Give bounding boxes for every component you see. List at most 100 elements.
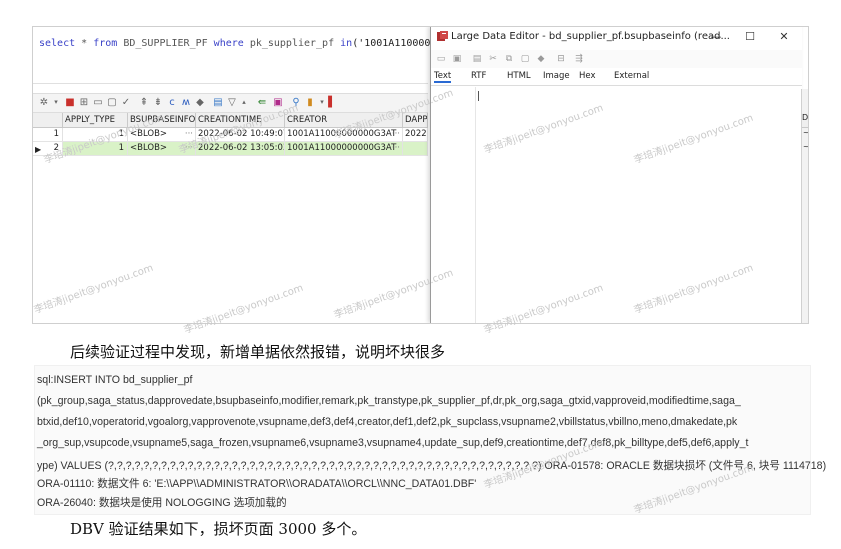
result-grid: APPLY_TYPE BSUPBASEINFO CREATIONTIME CRE… bbox=[33, 113, 428, 323]
cut-icon[interactable]: ✂ bbox=[487, 53, 499, 65]
log-line: btxid,def10,voperatorid,vgoalorg,vapprov… bbox=[37, 416, 738, 428]
sql-column-name: pk_supplier_pf bbox=[249, 38, 335, 49]
sql-statement[interactable]: select * from BD_SUPPLIER_PF where pk_su… bbox=[39, 38, 430, 49]
column-header-bsupbaseinfo[interactable]: BSUPBASEINFO bbox=[128, 113, 196, 127]
refresh-icon[interactable]: c bbox=[165, 96, 179, 109]
tab-html[interactable]: HTML bbox=[507, 71, 531, 81]
cell-creationtime[interactable]: 2022-06-02 10:49:07 bbox=[196, 128, 285, 141]
current-row-indicator-icon: ▶ bbox=[35, 145, 42, 154]
copy-icon[interactable]: ⧉ bbox=[503, 53, 515, 65]
log-line: ORA-01110: 数据文件 6: 'E:\\APP\\ADMINISTRAT… bbox=[37, 478, 477, 490]
editor-divider bbox=[33, 83, 428, 84]
grid-header: APPLY_TYPE BSUPBASEINFO CREATIONTIME CRE… bbox=[33, 113, 428, 128]
editor-tabs: Text RTF HTML Image Hex External bbox=[431, 70, 802, 86]
comment-icon[interactable]: ▢ bbox=[105, 96, 119, 109]
column-header-creator[interactable]: CREATOR bbox=[285, 113, 403, 127]
word-wrap-toggle-icon[interactable]: ⇶ bbox=[573, 53, 585, 65]
tab-text[interactable]: Text bbox=[434, 71, 452, 83]
corner-cell bbox=[33, 113, 63, 127]
table-row[interactable]: 1 1 <BLOB> ··· 2022-06-02 10:49:07 1001A… bbox=[33, 128, 428, 142]
grid-view-icon[interactable]: ▤ bbox=[211, 96, 225, 109]
cell-creator[interactable]: 1001A11000000000G3AT ··· bbox=[285, 128, 403, 141]
blob-edit-button[interactable]: ··· bbox=[185, 128, 193, 141]
tab-rtf[interactable]: RTF bbox=[471, 71, 486, 81]
creator-value: 1001A11000000000G3AT bbox=[287, 129, 397, 139]
post-changes-icon[interactable]: ✓ bbox=[119, 96, 133, 109]
last-record-icon[interactable]: ⇟ bbox=[151, 96, 165, 109]
window-titlebar[interactable]: Large Data Editor - bd_supplier_pf.bsupb… bbox=[431, 27, 802, 48]
cell-apply-type[interactable]: 1 bbox=[63, 128, 128, 141]
column-header-dapp[interactable]: DAPP bbox=[403, 113, 428, 127]
tab-hex[interactable]: Hex bbox=[579, 71, 596, 81]
dropdown-arrow-icon[interactable]: ▾ bbox=[49, 96, 63, 109]
window-title: Large Data Editor - bd_supplier_pf.bsupb… bbox=[451, 31, 730, 42]
blob-value: <BLOB> bbox=[130, 129, 168, 139]
paragraph-heading: 后续验证过程中发现，新增单据依然报错，说明坏块很多 bbox=[70, 343, 446, 361]
save-icon[interactable]: ▣ bbox=[451, 53, 463, 65]
row-number: ▶ 2 bbox=[33, 142, 63, 155]
sql-keyword-where: where bbox=[213, 38, 244, 49]
sql-keyword-select: select bbox=[39, 38, 76, 49]
maximize-button[interactable]: ☐ bbox=[741, 29, 759, 45]
log-line: (pk_group,saga_status,dapprovedate,bsupb… bbox=[37, 395, 741, 407]
creator-edit-button[interactable]: ··· bbox=[392, 142, 400, 155]
editor-text-area[interactable] bbox=[475, 87, 796, 323]
log-line: _org_sup,vsupcode,vsupname5,saga_frozen,… bbox=[37, 437, 749, 449]
filter-dropdown-icon[interactable]: ▴ bbox=[237, 96, 251, 109]
blob-value: <BLOB> bbox=[130, 143, 168, 153]
partial-cell: ~ bbox=[803, 129, 809, 137]
cell-creator[interactable]: 1001A11000000000G3AT ··· bbox=[285, 142, 403, 155]
lock-icon[interactable]: ■ bbox=[63, 96, 77, 109]
word-wrap-icon[interactable]: ⊟ bbox=[555, 53, 567, 65]
minimize-button[interactable]: — bbox=[707, 29, 725, 45]
sql-keyword-from: from bbox=[93, 38, 118, 49]
sql-tool-screenshot: select * from BD_SUPPLIER_PF where pk_su… bbox=[32, 26, 809, 324]
app-icon bbox=[437, 31, 448, 41]
sql-editor[interactable]: select * from BD_SUPPLIER_PF where pk_su… bbox=[33, 27, 430, 91]
log-line: ype) VALUES (?,?,?,?,?,?,?,?,?,?,?,?,?,?… bbox=[37, 460, 827, 472]
blob-edit-button[interactable]: ··· bbox=[185, 142, 193, 155]
tab-image[interactable]: Image bbox=[543, 71, 570, 81]
editor-toolbar: ▭ ▣ ▤ ✂ ⧉ ▢ ◆ ⊟ ⇶ bbox=[431, 50, 802, 68]
binoculars-icon[interactable]: ʍ bbox=[179, 96, 193, 109]
cell-apply-type[interactable]: 1 bbox=[63, 142, 128, 155]
cell-creationtime[interactable]: 2022-06-02 13:05:03 bbox=[196, 142, 285, 155]
creator-value: 1001A11000000000G3AT bbox=[287, 143, 397, 153]
error-log-block: sql:INSERT INTO bd_supplier_pf (pk_group… bbox=[34, 365, 826, 515]
delete-record-icon[interactable]: ▭ bbox=[91, 96, 105, 109]
close-button[interactable]: ✕ bbox=[775, 29, 793, 45]
cell-bsupbaseinfo[interactable]: <BLOB> ··· bbox=[128, 142, 196, 155]
clear-icon[interactable]: ◆ bbox=[535, 53, 547, 65]
open-folder-icon[interactable]: ▭ bbox=[435, 53, 447, 65]
grid-right-edge: DI ~ ~ bbox=[801, 89, 809, 323]
sql-star: * bbox=[81, 38, 88, 49]
sql-value: ('1001A110000 bbox=[352, 38, 431, 49]
save-icon[interactable]: ▣ bbox=[271, 96, 285, 109]
print-icon[interactable]: ▤ bbox=[471, 53, 483, 65]
column-header-partial: DI bbox=[802, 113, 808, 128]
tab-external[interactable]: External bbox=[614, 71, 649, 81]
link-icon[interactable]: ⚲ bbox=[289, 96, 303, 109]
table-row-selected[interactable]: ▶ 2 1 <BLOB> ··· 2022-06-02 13:05:03 100… bbox=[33, 142, 428, 156]
log-line: ORA-26040: 数据块是使用 NOLOGGING 选项加载的 bbox=[37, 497, 287, 509]
cell-dapp[interactable] bbox=[403, 142, 428, 155]
partial-cell: ~ bbox=[803, 143, 809, 151]
log-line: sql:INSERT INTO bd_supplier_pf bbox=[37, 374, 193, 386]
first-record-icon[interactable]: ⇞ bbox=[137, 96, 151, 109]
paste-icon[interactable]: ▢ bbox=[519, 53, 531, 65]
text-cursor bbox=[478, 91, 479, 101]
row-number: 1 bbox=[33, 128, 63, 141]
row-number-text: 2 bbox=[53, 143, 59, 153]
cell-dapp[interactable]: 2022- bbox=[403, 128, 428, 141]
export-icon[interactable]: ⇚ bbox=[255, 96, 269, 109]
grid-toolbar: ✲ ▾ ■ ⊞ ▭ ▢ ✓ ⇞ ⇟ c ʍ ◆ ▤ ▽ ▴ ⇚ ▣ ⚲ ▮ ▾ … bbox=[33, 93, 428, 113]
more-icon[interactable]: ▌ bbox=[325, 96, 339, 109]
insert-record-icon[interactable]: ⊞ bbox=[77, 96, 91, 109]
cell-bsupbaseinfo[interactable]: <BLOB> ··· bbox=[128, 128, 196, 141]
large-data-editor-window: Large Data Editor - bd_supplier_pf.bsupb… bbox=[430, 27, 802, 323]
column-header-apply-type[interactable]: APPLY_TYPE bbox=[63, 113, 128, 127]
column-header-creationtime[interactable]: CREATIONTIME bbox=[196, 113, 285, 127]
sql-table-name: BD_SUPPLIER_PF bbox=[123, 38, 208, 49]
creator-edit-button[interactable]: ··· bbox=[392, 128, 400, 141]
eraser-icon[interactable]: ◆ bbox=[193, 96, 207, 109]
